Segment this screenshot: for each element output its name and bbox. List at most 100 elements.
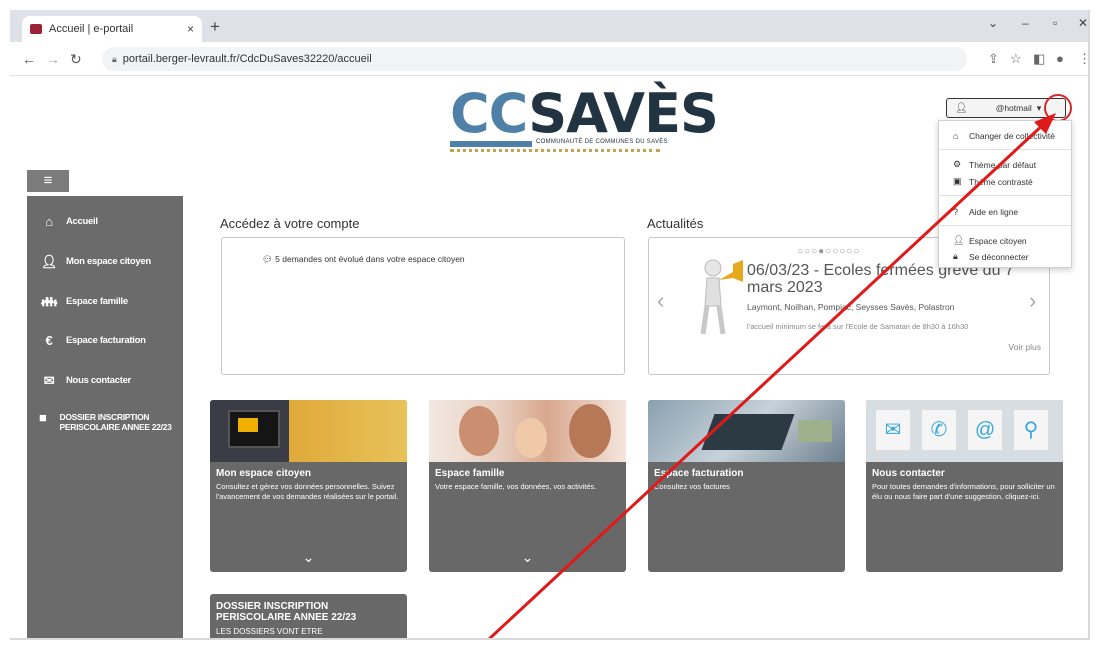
browser-tab[interactable]: Accueil | e-portail × [22, 16, 202, 42]
sidebar-item-label: Accueil [66, 216, 98, 227]
reload-icon[interactable]: ↻ [70, 51, 82, 68]
star-icon[interactable]: ☆ [1010, 51, 1022, 67]
mail-icon: ✉ [876, 410, 910, 450]
notification-message[interactable]: 💬︎ 5 demandes ont évolué dans votre espa… [262, 254, 465, 265]
carousel-next-icon[interactable]: › [1029, 288, 1036, 314]
mail-icon: ✉ [43, 373, 55, 388]
sidebar-item-label: Espace famille [66, 296, 128, 307]
back-icon[interactable]: ← [22, 51, 36, 67]
maximize-icon[interactable]: ▫ [1053, 16, 1057, 30]
phone-icon: ✆ [922, 410, 956, 450]
chevron-down-icon[interactable]: ⌄ [988, 16, 998, 30]
browser-window: Accueil | e-portail × + ⌄ – ▫ ✕ ← → ↻ 🔒︎… [10, 10, 1090, 640]
menu-item-label: Changer de collectivité [969, 131, 1055, 141]
forward-icon[interactable]: → [46, 51, 60, 67]
user-dropdown-menu: ⌂ Changer de collectivité ⚙ Thème par dé… [938, 120, 1072, 268]
carousel-dots[interactable]: ○○○●○○○○○ [797, 246, 860, 257]
card-image: ✉ ✆ @ ⚲ [866, 400, 1063, 462]
sidebar-item-nous-contacter[interactable]: ✉ Nous contacter [27, 373, 183, 389]
card-title: Espace famille [435, 468, 505, 479]
browser-tab-bar: Accueil | e-portail × + ⌄ – ▫ ✕ [10, 10, 1088, 42]
menu-item-theme-contraste[interactable]: ▣ Thème contrasté [953, 176, 1033, 187]
menu-item-label: Aide en ligne [969, 207, 1019, 217]
sidebar-item-espace-famille[interactable]: 👪︎ Espace famille [27, 294, 183, 310]
account-section-title: Accédez à votre compte [220, 216, 360, 231]
contrast-icon: ▣ [953, 176, 962, 186]
browser-address-bar: ← → ↻ 🔒︎ portail.berger-levrault.fr/CdcD… [10, 42, 1088, 76]
menu-item-espace-citoyen[interactable]: 👤︎ Espace citoyen [953, 235, 1027, 246]
card-nous-contacter[interactable]: ✉ ✆ @ ⚲ Nous contacter Pour toutes deman… [866, 400, 1063, 572]
ccsaves-logo[interactable]: CCSAVÈS COMMUNAUTÉ DE COMMUNES DU SAVÈS [440, 84, 719, 162]
menu-item-theme-defaut[interactable]: ⚙ Thème par défaut [953, 159, 1036, 170]
caret-down-icon[interactable]: ▾ [1037, 103, 1042, 114]
home-icon: ⌂ [45, 214, 53, 229]
card-description: Votre espace famille, vos données, vos a… [435, 482, 597, 491]
menu-item-label: Espace citoyen [969, 235, 1027, 246]
menu-item-se-deconnecter[interactable]: 🔒︎ Se déconnecter [953, 251, 1029, 262]
menu-item-changer-collectivite[interactable]: ⌂ Changer de collectivité [953, 131, 1055, 141]
at-icon: @ [968, 410, 1002, 450]
news-locations: Laymont, Noilhan, Pompiac, Seysses Savès… [747, 302, 955, 312]
sidebar-item-label: Espace facturation [66, 335, 146, 346]
sidebar-item-label: DOSSIER INSCRIPTION PERISCOLAIRE ANNEE 2… [59, 412, 172, 432]
user-icon: 👤︎ [40, 254, 58, 269]
megaphone-figure-image [700, 259, 743, 335]
sidebar-item-dossier-inscription[interactable]: ■ DOSSIER INSCRIPTION PERISCOLAIRE ANNEE… [21, 410, 177, 432]
help-icon: ? [953, 207, 959, 217]
tab-title: Accueil | e-portail [49, 23, 134, 35]
family-icon: 👪︎ [40, 294, 58, 309]
card-espace-facturation[interactable]: Espace facturation Consultez vos facture… [648, 400, 845, 572]
card-title: Nous contacter [872, 468, 945, 479]
card-mon-espace-citoyen[interactable]: Mon espace citoyen Consultez et gérez vo… [210, 400, 407, 572]
sidebar: ⌂ Accueil 👤︎ Mon espace citoyen 👪︎ Espac… [27, 196, 183, 638]
news-section-title: Actualités [647, 216, 704, 231]
sidebar-item-espace-citoyen[interactable]: 👤︎ Mon espace citoyen [27, 254, 183, 270]
document-icon: ■ [38, 410, 47, 425]
sidepanel-icon[interactable]: ◧ [1033, 51, 1045, 67]
card-image [210, 400, 407, 462]
minimize-icon[interactable]: – [1022, 16, 1029, 30]
chevron-down-icon[interactable]: ⌄ [210, 549, 407, 566]
menu-item-label: Thème par défaut [969, 159, 1037, 170]
chevron-down-icon[interactable]: ⌄ [429, 549, 626, 566]
card-espace-famille[interactable]: Espace famille Votre espace famille, vos… [429, 400, 626, 572]
menu-item-label: Se déconnecter [969, 251, 1029, 262]
share-icon[interactable]: ⇪ [988, 51, 999, 67]
user-email: @hotmail [995, 103, 1032, 113]
card-dossier-inscription[interactable]: DOSSIER INSCRIPTION PERISCOLAIRE ANNEE 2… [210, 594, 407, 638]
menu-item-aide-en-ligne[interactable]: ? Aide en ligne [953, 207, 1018, 217]
sidebar-item-label: Nous contacter [66, 375, 131, 386]
url-field[interactable]: 🔒︎ portail.berger-levrault.fr/CdcDuSaves… [102, 47, 967, 71]
menu-divider [939, 225, 1071, 226]
sidebar-item-label: Mon espace citoyen [66, 256, 151, 267]
user-icon: 👤︎ [953, 235, 965, 245]
carousel-prev-icon[interactable]: ‹ [657, 288, 664, 314]
card-image [648, 400, 845, 462]
portal-page: CCSAVÈS COMMUNAUTÉ DE COMMUNES DU SAVÈS … [10, 76, 1088, 638]
home-icon: ⌂ [953, 131, 959, 141]
chat-icon: 💬︎ [262, 254, 273, 264]
settings-icon: ⚙ [953, 159, 962, 169]
user-icon: 👤︎ [955, 102, 968, 114]
card-title: Espace facturation [654, 468, 744, 479]
lock-icon: 🔒︎ [953, 251, 958, 261]
logo-subtitle: COMMUNAUTÉ DE COMMUNES DU SAVÈS [536, 139, 668, 145]
profile-icon[interactable]: ● [1056, 51, 1064, 66]
sidebar-item-accueil[interactable]: ⌂ Accueil [27, 214, 183, 229]
tab-close-icon[interactable]: × [187, 22, 194, 36]
see-more-link[interactable]: Voir plus [1008, 342, 1041, 352]
annotation-circle [1044, 94, 1072, 122]
card-description: Consultez et gérez vos données personnel… [216, 482, 399, 501]
euro-icon: € [45, 333, 53, 348]
card-image [429, 400, 626, 462]
card-description: LES DOSSIERS VONT ETRE [216, 627, 323, 636]
kebab-menu-icon[interactable]: ⋮ [1078, 51, 1088, 67]
new-tab-button[interactable]: + [210, 17, 220, 37]
location-pin-icon: ⚲ [1014, 410, 1048, 450]
menu-item-label: Thème contrasté [969, 176, 1033, 187]
menu-toggle-button[interactable]: ≡ [27, 170, 69, 192]
menu-divider [939, 149, 1071, 150]
close-window-icon[interactable]: ✕ [1078, 16, 1088, 30]
lock-icon: 🔒︎ [112, 53, 117, 64]
sidebar-item-espace-facturation[interactable]: € Espace facturation [27, 333, 183, 348]
